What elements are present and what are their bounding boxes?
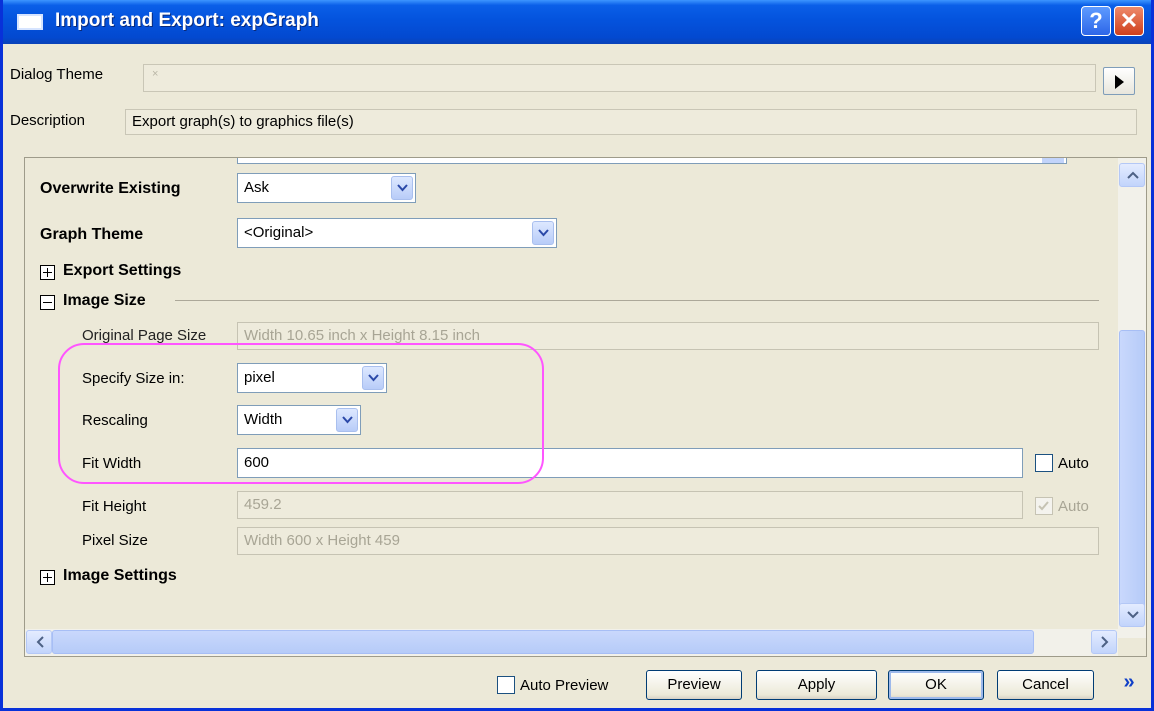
rescaling-value: Width <box>244 411 283 428</box>
overwrite-existing-value: Ask <box>244 179 270 196</box>
fit-width-input[interactable]: 600 <box>237 448 1023 478</box>
fit-height-field: 459.2 <box>237 491 1023 519</box>
auto-preview-checkbox[interactable] <box>497 676 515 694</box>
dialog-theme-label: Dialog Theme <box>10 66 104 83</box>
close-button[interactable]: ✕ <box>1114 6 1144 36</box>
scroll-left-button[interactable] <box>26 630 52 654</box>
description-field: Export graph(s) to graphics file(s) <box>125 109 1137 135</box>
help-button[interactable]: ? <box>1081 6 1111 36</box>
image-size-label[interactable]: Image Size <box>63 292 146 310</box>
window-title: Import and Export: expGraph <box>55 10 319 31</box>
dialog-theme-field[interactable]: × <box>143 64 1096 92</box>
graph-theme-dropdown[interactable]: <Original> <box>237 218 557 248</box>
original-page-size-field: Width 10.65 inch x Height 8.15 inch <box>237 322 1099 350</box>
theme-menu-button[interactable] <box>1103 67 1135 95</box>
chevron-down-icon[interactable] <box>362 366 384 390</box>
rescaling-label: Rescaling <box>82 412 148 429</box>
fit-width-label: Fit Width <box>82 455 142 472</box>
settings-tree-panel: Overwrite Existing Ask Graph Theme <Orig… <box>24 157 1147 657</box>
chevron-right-icon <box>1101 636 1109 648</box>
image-settings-label[interactable]: Image Settings <box>63 567 177 585</box>
horizontal-scroll-thumb[interactable] <box>52 630 1034 654</box>
scroll-down-button[interactable] <box>1119 603 1145 627</box>
expand-export-settings-icon[interactable] <box>40 265 55 280</box>
fit-width-auto-checkbox[interactable] <box>1035 454 1053 472</box>
pixel-size-field: Width 600 x Height 459 <box>237 527 1099 555</box>
auto-preview-label: Auto Preview <box>520 677 609 694</box>
chevron-left-icon <box>36 636 44 648</box>
chevron-down-icon[interactable] <box>336 408 358 432</box>
export-settings-label[interactable]: Export Settings <box>63 262 181 280</box>
horizontal-scrollbar[interactable] <box>25 629 1118 656</box>
checkmark-icon <box>1038 501 1049 511</box>
description-label: Description <box>10 112 86 129</box>
cancel-button[interactable]: Cancel <box>997 670 1094 700</box>
specify-size-value: pixel <box>244 369 275 386</box>
chevron-down-icon[interactable] <box>391 176 413 200</box>
vertical-scrollbar[interactable] <box>1118 158 1146 638</box>
graph-theme-label: Graph Theme <box>40 226 144 243</box>
scroll-right-button[interactable] <box>1091 630 1117 654</box>
pixel-size-label: Pixel Size <box>82 532 148 549</box>
more-options-button[interactable]: » <box>1116 670 1142 696</box>
fit-height-auto-label: Auto <box>1058 498 1089 515</box>
group-divider <box>175 300 1099 301</box>
vertical-scroll-thumb[interactable] <box>1119 330 1145 618</box>
chevron-down-icon <box>1127 611 1139 619</box>
chevron-down-icon[interactable] <box>532 221 554 245</box>
scroll-up-button[interactable] <box>1119 163 1145 187</box>
import-export-dialog: Import and Export: expGraph ? ✕ Dialog T… <box>0 0 1154 711</box>
specify-size-label: Specify Size in: <box>82 370 185 387</box>
title-bar[interactable]: Import and Export: expGraph ? ✕ <box>3 0 1151 44</box>
clipped-field <box>237 158 1067 164</box>
fit-width-auto-label: Auto <box>1058 455 1089 472</box>
clipped-dropdown-arrow <box>1042 158 1064 163</box>
collapse-image-size-icon[interactable] <box>40 295 55 310</box>
play-right-icon <box>1115 75 1124 89</box>
graph-theme-value: <Original> <box>244 224 314 241</box>
dialog-theme-value: × <box>152 68 159 80</box>
rescaling-dropdown[interactable]: Width <box>237 405 361 435</box>
overwrite-existing-label: Overwrite Existing <box>40 180 181 197</box>
fit-height-auto-checkbox <box>1035 497 1053 515</box>
expand-image-settings-icon[interactable] <box>40 570 55 585</box>
overwrite-existing-dropdown[interactable]: Ask <box>237 173 416 203</box>
preview-button[interactable]: Preview <box>646 670 742 700</box>
original-page-size-label: Original Page Size <box>82 327 207 344</box>
fit-height-label: Fit Height <box>82 498 147 515</box>
specify-size-dropdown[interactable]: pixel <box>237 363 387 393</box>
chevron-up-icon <box>1127 171 1139 179</box>
apply-button[interactable]: Apply <box>756 670 877 700</box>
window-icon <box>17 14 43 30</box>
ok-button[interactable]: OK <box>888 670 984 700</box>
